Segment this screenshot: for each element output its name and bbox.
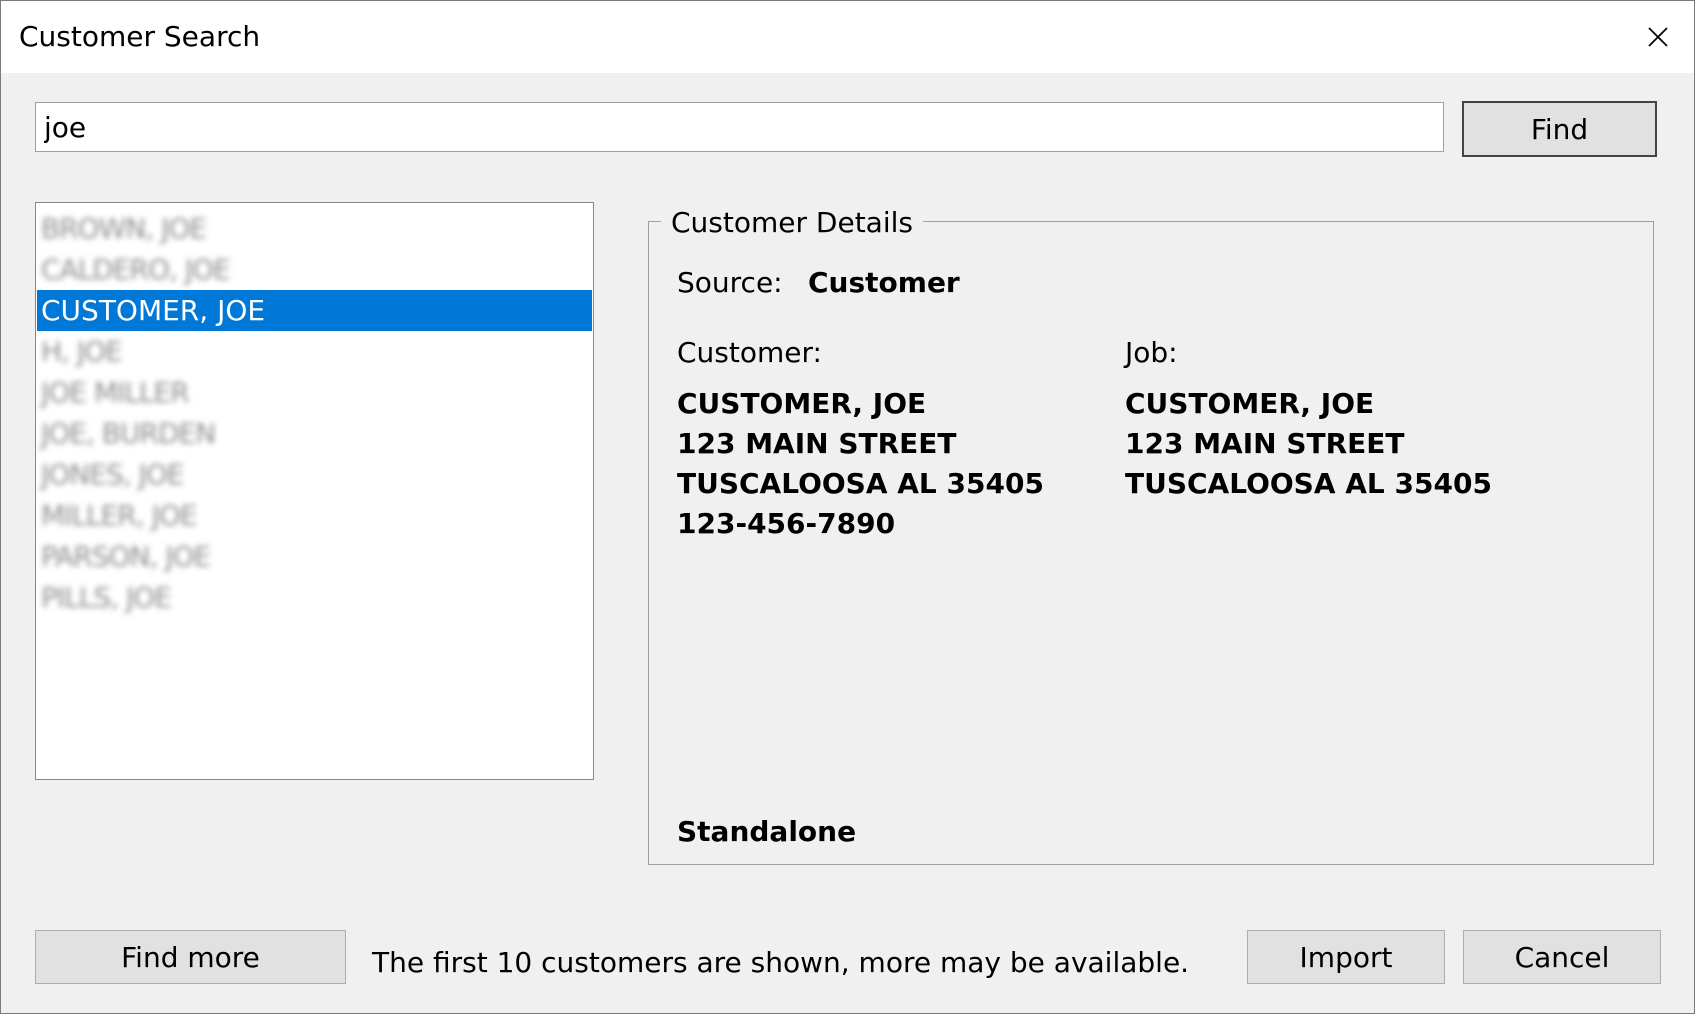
- customer-results-list[interactable]: BROWN, JOE CALDERO, JOE CUSTOMER, JOE H, JO…: [35, 202, 594, 780]
- job-name: CUSTOMER, JOE: [1125, 387, 1375, 420]
- job-address-block: CUSTOMER, JOE 123 MAIN STREET TUSCALOOSA…: [1125, 384, 1492, 504]
- source-label: Source:: [677, 266, 783, 299]
- results-status-text: The first 10 customers are shown, more m…: [372, 946, 1190, 979]
- source-value: Customer: [808, 266, 960, 299]
- customer-address-block: CUSTOMER, JOE 123 MAIN STREET TUSCALOOSA…: [677, 384, 1044, 544]
- customer-street: 123 MAIN STREET: [677, 427, 957, 460]
- list-item[interactable]: CALDERO, JOE: [37, 249, 592, 290]
- customer-details-heading: Customer Details: [661, 205, 923, 241]
- close-icon: [1648, 27, 1668, 47]
- job-street: 123 MAIN STREET: [1125, 427, 1405, 460]
- mode-value: Standalone: [677, 815, 857, 848]
- customer-name: CUSTOMER, JOE: [677, 387, 927, 420]
- find-more-button[interactable]: Find more: [35, 930, 346, 984]
- close-button[interactable]: [1622, 1, 1694, 73]
- list-item[interactable]: JOE, BURDEN: [37, 413, 592, 454]
- import-button[interactable]: Import: [1247, 930, 1445, 984]
- list-item[interactable]: BROWN, JOE: [37, 208, 592, 249]
- list-item[interactable]: H, JOE: [37, 331, 592, 372]
- title-bar: Customer Search: [1, 1, 1694, 73]
- list-item[interactable]: PILLS, JOE: [37, 577, 592, 618]
- find-button[interactable]: Find: [1462, 101, 1657, 157]
- customer-search-dialog: Customer Search Find BROWN, JOECALDERO, …: [0, 0, 1695, 1014]
- list-item[interactable]: PARSON, JOE: [37, 536, 592, 577]
- job-label: Job:: [1125, 336, 1178, 369]
- list-item[interactable]: JOE MILLER: [37, 372, 592, 413]
- customer-label: Customer:: [677, 336, 822, 369]
- cancel-button[interactable]: Cancel: [1463, 930, 1661, 984]
- customer-city-state-zip: TUSCALOOSA AL 35405: [677, 467, 1044, 500]
- job-city-state-zip: TUSCALOOSA AL 35405: [1125, 467, 1492, 500]
- list-item-selected[interactable]: CUSTOMER, JOE: [37, 290, 592, 331]
- list-item[interactable]: JONES, JOE: [37, 454, 592, 495]
- list-item[interactable]: MILLER, JOE: [37, 495, 592, 536]
- search-input[interactable]: [35, 102, 1444, 152]
- customer-phone: 123-456-7890: [677, 507, 896, 540]
- window-title: Customer Search: [19, 20, 261, 53]
